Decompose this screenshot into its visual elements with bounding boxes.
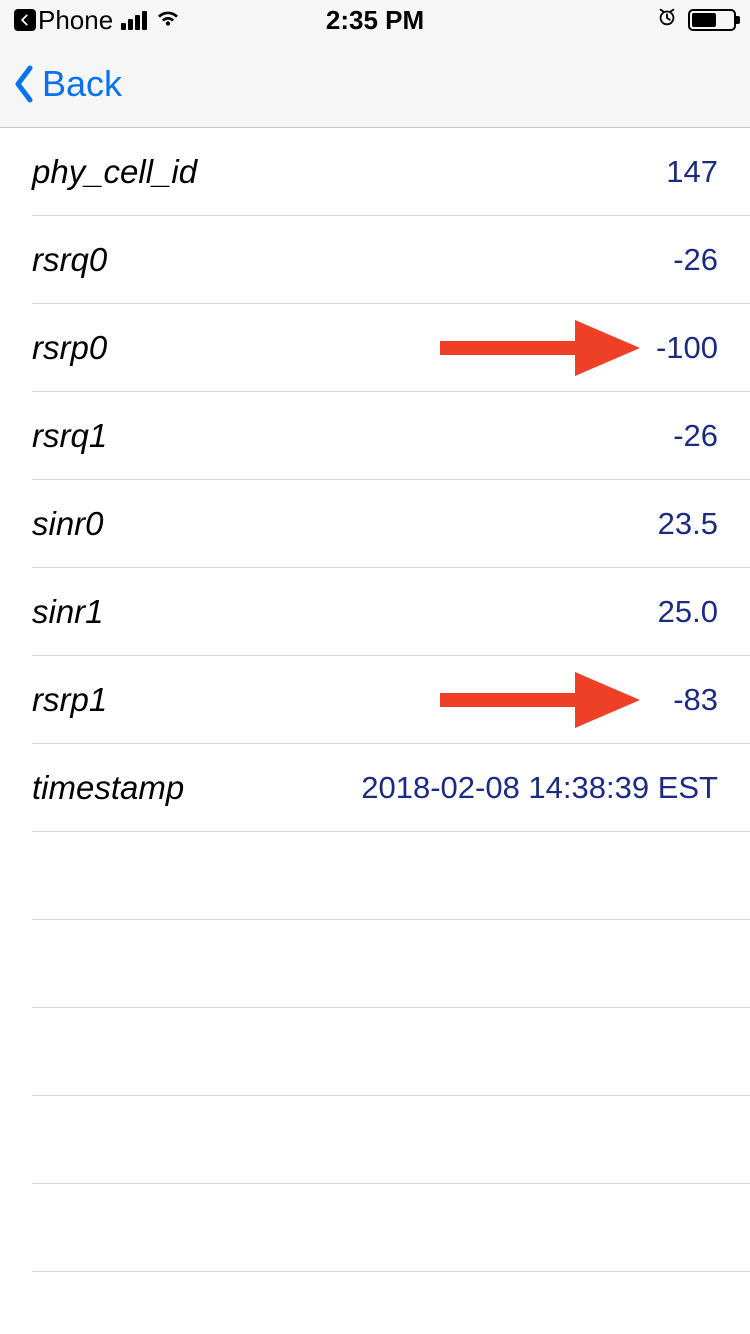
- battery-icon: [688, 9, 736, 31]
- row-label: rsrp1: [32, 681, 107, 719]
- table-row[interactable]: sinr1 25.0: [32, 568, 750, 656]
- table-row[interactable]: rsrp1 -83: [32, 656, 750, 744]
- row-label: rsrp0: [32, 329, 107, 367]
- table-row[interactable]: phy_cell_id 147: [32, 128, 750, 216]
- status-left: Phone: [14, 4, 181, 37]
- back-button[interactable]: Back: [10, 63, 122, 105]
- row-value: -26: [673, 418, 718, 454]
- back-button-label: Back: [42, 63, 122, 105]
- table-row: ..: [32, 1096, 750, 1184]
- chevron-left-icon: [10, 64, 38, 104]
- row-value: -83: [673, 682, 718, 718]
- cellular-signal-icon: [121, 11, 147, 30]
- table-row: ..: [32, 832, 750, 920]
- return-to-app-label: Phone: [38, 5, 113, 36]
- table-row[interactable]: rsrq1 -26: [32, 392, 750, 480]
- row-label: rsrq1: [32, 417, 107, 455]
- table-row[interactable]: rsrq0 -26: [32, 216, 750, 304]
- row-value: 25.0: [658, 594, 718, 630]
- row-label: sinr0: [32, 505, 104, 543]
- row-label: rsrq0: [32, 241, 107, 279]
- return-to-app-button[interactable]: Phone: [14, 5, 113, 36]
- chevron-left-icon: [14, 9, 36, 31]
- table-row[interactable]: rsrp0 -100: [32, 304, 750, 392]
- row-value: -26: [673, 242, 718, 278]
- row-label: timestamp: [32, 769, 184, 807]
- table-row[interactable]: sinr0 23.5: [32, 480, 750, 568]
- table-row: ..: [32, 1008, 750, 1096]
- row-value: -100: [656, 330, 718, 366]
- alarm-icon: [656, 6, 678, 35]
- nav-bar: Back: [0, 40, 750, 128]
- status-right: [656, 6, 736, 35]
- status-bar: Phone 2:35 PM: [0, 0, 750, 40]
- row-value: 2018-02-08 14:38:39 EST: [361, 770, 718, 806]
- status-time: 2:35 PM: [326, 5, 424, 36]
- row-value: 147: [666, 154, 718, 190]
- data-list: phy_cell_id 147 rsrq0 -26 rsrp0 -100 rsrq1 -26 s…: [0, 128, 750, 1272]
- table-row: ..: [32, 920, 750, 1008]
- row-value: 23.5: [658, 506, 718, 542]
- row-label: phy_cell_id: [32, 153, 197, 191]
- table-row[interactable]: timestamp 2018-02-08 14:38:39 EST: [32, 744, 750, 832]
- table-row: ..: [32, 1184, 750, 1272]
- row-label: sinr1: [32, 593, 104, 631]
- wifi-icon: [155, 4, 181, 37]
